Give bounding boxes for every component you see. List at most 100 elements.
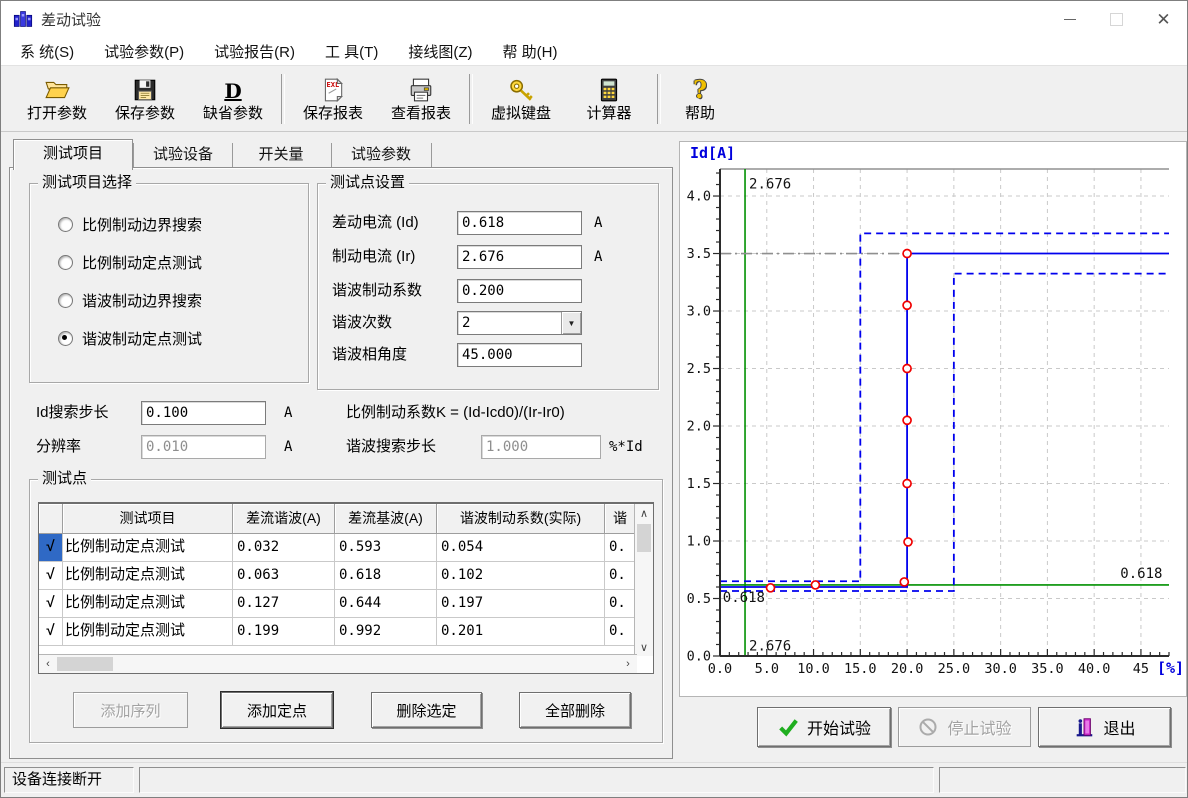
table-row[interactable]: √ 比例制动定点测试 0.063 0.618 0.102 0.: [39, 562, 653, 590]
header-test-item: 测试项目: [63, 504, 233, 534]
exit-button[interactable]: 退出: [1038, 707, 1171, 747]
table-cell: 比例制动定点测试: [63, 562, 233, 590]
table-cell: 0.618: [335, 562, 437, 590]
toolbar-save-report-button[interactable]: EXL 保存报表: [289, 69, 377, 129]
row-check-cell[interactable]: √: [39, 618, 63, 646]
menu-item-help[interactable]: 帮 助(H): [487, 38, 572, 65]
svg-text:2.0: 2.0: [687, 419, 711, 435]
svg-text:0.0: 0.0: [687, 649, 711, 665]
toolbar-calculator-button[interactable]: 计算器: [565, 69, 653, 129]
row-check-cell[interactable]: √: [39, 562, 63, 590]
radio-ratio-fixed-point-test[interactable]: 比例制动定点测试: [58, 251, 202, 273]
test-points-group: 测试点 测试项目 差流谐波(A) 差流基波(A) 谐波制动系数(实际) 谐 √ …: [29, 479, 663, 743]
radio-label: 谐波制动定点测试: [82, 328, 202, 349]
ir-current-input[interactable]: [457, 245, 582, 269]
svg-text:10.0: 10.0: [797, 661, 830, 677]
toolbar-open-params-button[interactable]: 打开参数: [13, 69, 101, 129]
table-cell: 0.054: [437, 534, 605, 562]
maximize-button[interactable]: [1093, 1, 1140, 37]
tab-test-device[interactable]: 试验设备: [133, 143, 233, 167]
toolbar-label: 计算器: [586, 105, 631, 122]
svg-text:25.0: 25.0: [938, 661, 971, 677]
harmonic-phase-input[interactable]: [457, 343, 582, 367]
scroll-up-icon[interactable]: ∧: [635, 504, 653, 522]
stop-test-label: 停止试验: [947, 715, 1011, 739]
radio-ratio-boundary-search[interactable]: 比例制动边界搜索: [58, 213, 202, 235]
window-title: 差动试验: [41, 9, 101, 30]
toolbar-separator: [281, 74, 285, 124]
menu-item-tools[interactable]: 工 具(T): [310, 38, 393, 65]
tab-test-params[interactable]: 试验参数: [331, 143, 432, 167]
toolbar-default-params-button[interactable]: D 缺省参数: [189, 69, 277, 129]
horizontal-scrollbar[interactable]: ‹ ›: [39, 654, 637, 673]
vertical-scrollbar[interactable]: ∧ ∨: [634, 504, 653, 656]
radio-icon-selected: [58, 331, 73, 346]
start-test-button[interactable]: 开始试验: [757, 707, 891, 747]
tab-switch-quantity[interactable]: 开关量: [231, 143, 332, 167]
menu-item-test-params[interactable]: 试验参数(P): [89, 38, 199, 65]
calculator-icon: [596, 75, 622, 103]
toolbar-separator: [469, 74, 473, 124]
table-row[interactable]: √ 比例制动定点测试 0.127 0.644 0.197 0.: [39, 590, 653, 618]
svg-text:[%]: [%]: [1157, 659, 1184, 677]
toolbar-virtual-keyboard-button[interactable]: 虚拟键盘: [477, 69, 565, 129]
open-folder-icon: [44, 75, 70, 103]
svg-text:3.0: 3.0: [687, 304, 711, 320]
radio-label: 比例制动定点测试: [82, 252, 202, 273]
header-fundamental-current: 差流基波(A): [335, 504, 437, 534]
delete-selected-button[interactable]: 删除选定: [371, 692, 482, 728]
app-icon: [13, 9, 33, 29]
row-check-cell[interactable]: √: [39, 534, 63, 562]
id-current-input[interactable]: [457, 211, 582, 235]
close-button[interactable]: ✕: [1140, 1, 1187, 37]
minimize-button[interactable]: [1046, 1, 1093, 37]
id-step-input[interactable]: [141, 401, 266, 425]
radio-label: 谐波制动边界搜索: [82, 290, 202, 311]
scroll-down-icon[interactable]: ∨: [635, 638, 653, 656]
vertical-scroll-thumb[interactable]: [637, 524, 651, 552]
toolbar-save-params-button[interactable]: 保存参数: [101, 69, 189, 129]
table-cell: 比例制动定点测试: [63, 590, 233, 618]
svg-text:1.0: 1.0: [687, 534, 711, 550]
svg-text:1.5: 1.5: [687, 476, 711, 492]
toolbar-view-report-button[interactable]: 查看报表: [377, 69, 465, 129]
menu-item-test-report[interactable]: 试验报告(R): [199, 38, 310, 65]
table-cell: 0.644: [335, 590, 437, 618]
horizontal-scroll-thumb[interactable]: [57, 657, 113, 671]
svg-text:0.618: 0.618: [723, 590, 765, 606]
svg-text:0.0: 0.0: [708, 661, 732, 677]
chevron-down-icon[interactable]: ▼: [561, 312, 581, 334]
svg-text:2.676: 2.676: [749, 638, 791, 654]
harmonic-ratio-input[interactable]: [457, 279, 582, 303]
radio-harmonic-fixed-point-test[interactable]: 谐波制动定点测试: [58, 327, 202, 349]
delete-all-button[interactable]: 全部删除: [519, 692, 631, 728]
harmonic-order-select[interactable]: 2 ▼: [457, 311, 582, 335]
toolbar-help-button[interactable]: ? 帮助: [665, 69, 735, 129]
radio-icon: [58, 217, 73, 232]
menu-item-system[interactable]: 系 统(S): [5, 38, 89, 65]
toolbar-label: 保存报表: [303, 105, 363, 122]
table-cell: 0.127: [233, 590, 335, 618]
scroll-right-icon[interactable]: ›: [619, 655, 637, 673]
table-cell: 0.201: [437, 618, 605, 646]
header-actual-ratio: 谐波制动系数(实际): [437, 504, 605, 534]
svg-text:EXL: EXL: [327, 80, 340, 89]
add-fixed-point-button[interactable]: 添加定点: [221, 692, 333, 728]
header-harmonic-current: 差流谐波(A): [233, 504, 335, 534]
no-entry-icon: [917, 716, 939, 738]
row-check-cell[interactable]: √: [39, 590, 63, 618]
table-row[interactable]: √ 比例制动定点测试 0.199 0.992 0.201 0.: [39, 618, 653, 646]
table-row[interactable]: √ 比例制动定点测试 0.032 0.593 0.054 0.: [39, 534, 653, 562]
radio-icon: [58, 293, 73, 308]
title-bar: 差动试验 ✕: [1, 1, 1187, 37]
tab-test-items[interactable]: 测试项目: [13, 139, 133, 170]
radio-harmonic-boundary-search[interactable]: 谐波制动边界搜索: [58, 289, 202, 311]
floppy-disk-icon: [132, 75, 158, 103]
test-item-select-group: 测试项目选择 比例制动边界搜索 比例制动定点测试 谐波制动边界搜索 谐波制动定点…: [29, 183, 309, 383]
id-step-label: Id搜索步长: [36, 401, 109, 425]
id-step-unit: A: [284, 401, 292, 425]
scroll-left-icon[interactable]: ‹: [39, 655, 57, 673]
selected-value: 2: [458, 312, 561, 334]
resolution-input: [141, 435, 266, 459]
menu-item-wiring-diagram[interactable]: 接线图(Z): [393, 38, 487, 65]
